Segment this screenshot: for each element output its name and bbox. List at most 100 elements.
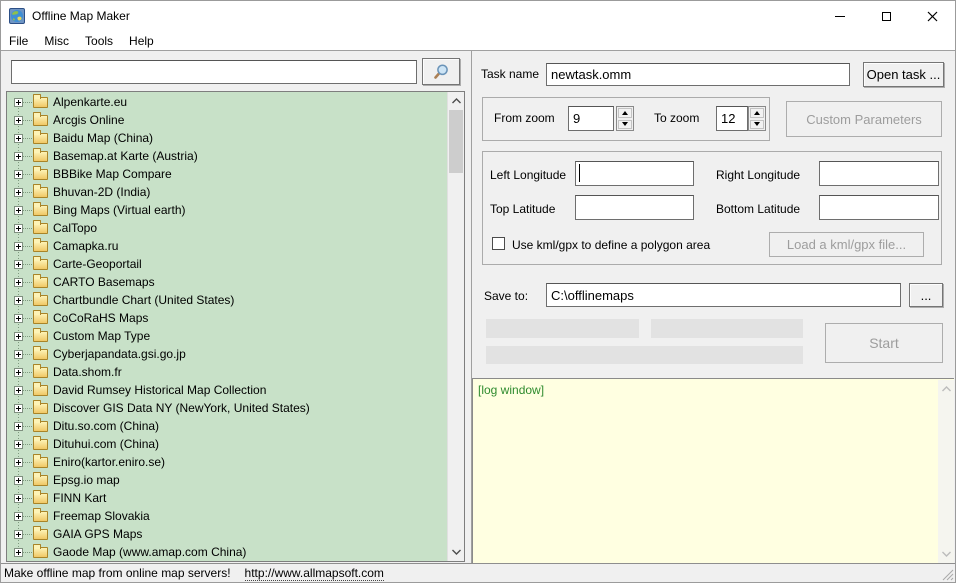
expand-plus-icon[interactable] [14,547,23,557]
open-task-button[interactable]: Open task ... [863,62,944,87]
expand-plus-icon[interactable] [14,97,23,107]
expand-plus-icon[interactable] [14,259,23,269]
close-button[interactable] [909,1,955,31]
minimize-button[interactable] [817,1,863,31]
tree-item[interactable]: Freemap Slovakia [7,507,447,525]
tree-item[interactable]: Alpenkarte.eu [7,93,447,111]
to-zoom-input[interactable] [716,106,748,131]
load-kml-button[interactable]: Load a kml/gpx file... [769,232,924,257]
expand-plus-icon[interactable] [14,511,23,521]
from-zoom-up-button[interactable] [618,108,632,118]
tree-item[interactable]: Carte-Geoportail [7,255,447,273]
expand-plus-icon[interactable] [14,313,23,323]
expand-plus-icon[interactable] [14,493,23,503]
website-link[interactable]: http://www.allmapsoft.com [244,566,384,581]
to-zoom-spinner[interactable] [748,106,766,131]
browse-save-folder-button[interactable]: ... [909,283,943,307]
tree-item[interactable]: Data.shom.fr [7,363,447,381]
tree-scrollbar[interactable] [447,92,464,561]
tree-item[interactable]: Chartbundle Chart (United States) [7,291,447,309]
expand-plus-icon[interactable] [14,367,23,377]
left-longitude-input[interactable] [575,161,694,186]
expand-plus-icon[interactable] [14,331,23,341]
log-scrollbar[interactable] [938,380,954,563]
from-zoom-spinner[interactable] [616,106,634,131]
tree-item-label: Baidu Map (China) [53,131,154,145]
start-button[interactable]: Start [825,323,943,363]
tree-item[interactable]: David Rumsey Historical Map Collection [7,381,447,399]
tree-item[interactable]: Arcgis Online [7,111,447,129]
resize-grip[interactable] [941,568,954,581]
tree-item[interactable]: Ditu.so.com (China) [7,417,447,435]
expand-plus-icon[interactable] [14,169,23,179]
expand-plus-icon[interactable] [14,151,23,161]
tree-item[interactable]: Basemap.at Karte (Austria) [7,147,447,165]
tree-item[interactable]: CoCoRaHS Maps [7,309,447,327]
expand-plus-icon[interactable] [14,457,23,467]
expand-plus-icon[interactable] [14,385,23,395]
tree-item[interactable]: Cyberjapandata.gsi.go.jp [7,345,447,363]
log-window[interactable]: [log window] [472,378,954,563]
tree-item[interactable]: Epsg.io map [7,471,447,489]
expand-plus-icon[interactable] [14,439,23,449]
tree-item[interactable]: GAIA GPS Maps [7,525,447,543]
scroll-up-icon[interactable] [451,97,462,105]
tree-item[interactable]: Eniro(kartor.eniro.se) [7,453,447,471]
right-longitude-input[interactable] [819,161,939,186]
expand-plus-icon[interactable] [14,277,23,287]
tree-item[interactable]: Baidu Map (China) [7,129,447,147]
tree-item[interactable]: Bhuvan-2D (India) [7,183,447,201]
expand-plus-icon[interactable] [14,133,23,143]
scroll-down-icon[interactable] [941,550,952,558]
tree-connector [23,173,32,175]
tree-item[interactable]: Bing Maps (Virtual earth) [7,201,447,219]
save-path-input[interactable] [546,283,901,307]
tree-item-label: Bing Maps (Virtual earth) [53,203,186,217]
bottom-latitude-input[interactable] [819,195,939,220]
scroll-down-icon[interactable] [451,548,462,556]
to-zoom-up-button[interactable] [750,108,764,118]
tree-item[interactable]: Dituhui.com (China) [7,435,447,453]
tree-item[interactable]: Gaode Map (www.amap.com China) [7,543,447,561]
tree-connector [23,425,32,427]
expand-plus-icon[interactable] [14,475,23,485]
kml-checkbox[interactable] [492,237,505,250]
expand-plus-icon[interactable] [14,529,23,539]
to-zoom-down-button[interactable] [750,119,764,129]
tree-item-label: FINN Kart [53,491,107,505]
tree-item[interactable]: FINN Kart [7,489,447,507]
tree-item[interactable]: Custom Map Type [7,327,447,345]
menu-item-file[interactable]: File [1,31,36,50]
expand-plus-icon[interactable] [14,187,23,197]
map-source-tree[interactable]: Alpenkarte.eu Arcgis Online Baidu Map (C… [6,91,465,562]
expand-plus-icon[interactable] [14,349,23,359]
expand-plus-icon[interactable] [14,205,23,215]
expand-plus-icon[interactable] [14,223,23,233]
menu-item-misc[interactable]: Misc [36,31,77,50]
search-input[interactable] [11,60,417,84]
expand-plus-icon[interactable] [14,241,23,251]
from-zoom-input[interactable] [568,106,614,131]
expand-plus-icon[interactable] [14,295,23,305]
tree-item[interactable]: CARTO Basemaps [7,273,447,291]
tree-connector [23,533,32,535]
expand-plus-icon[interactable] [14,403,23,413]
tree-item[interactable]: CalTopo [7,219,447,237]
task-name-input[interactable] [546,63,850,86]
search-button[interactable] [422,58,460,85]
menu-item-tools[interactable]: Tools [77,31,121,50]
custom-parameters-button[interactable]: Custom Parameters [786,101,942,137]
top-latitude-input[interactable] [575,195,694,220]
tree-item[interactable]: Discover GIS Data NY (NewYork, United St… [7,399,447,417]
expand-plus-icon[interactable] [14,115,23,125]
from-zoom-down-button[interactable] [618,119,632,129]
folder-icon [33,147,48,162]
menu-item-help[interactable]: Help [121,31,162,50]
tree-item[interactable]: Camapka.ru [7,237,447,255]
maximize-button[interactable] [863,1,909,31]
scroll-up-icon[interactable] [941,385,952,393]
tree-item[interactable]: BBBike Map Compare [7,165,447,183]
tree-scrollbar-thumb[interactable] [449,110,463,173]
expand-plus-icon[interactable] [14,421,23,431]
tree-item-label: Gaode Map (www.amap.com China) [53,545,247,559]
